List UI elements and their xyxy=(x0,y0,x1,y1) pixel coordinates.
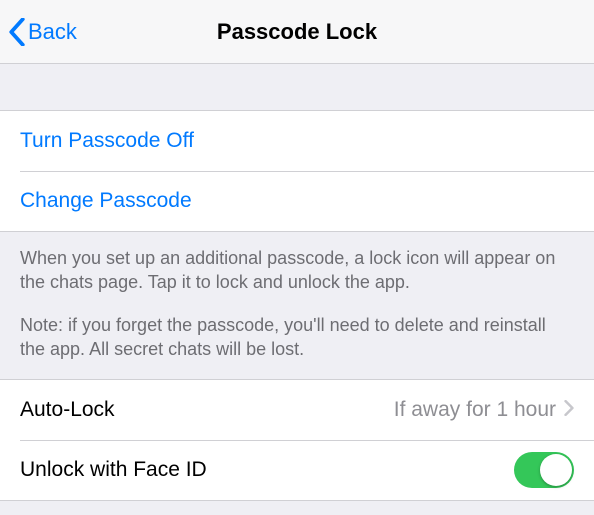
cell-label: Turn Passcode Off xyxy=(20,129,194,153)
chevron-left-icon xyxy=(8,18,26,46)
auto-lock-row[interactable]: Auto-Lock If away for 1 hour xyxy=(0,380,594,440)
turn-passcode-off-button[interactable]: Turn Passcode Off xyxy=(0,111,594,171)
footer-paragraph: Note: if you forget the passcode, you'll… xyxy=(20,313,574,362)
cell-label: Change Passcode xyxy=(20,189,192,213)
section-spacer xyxy=(0,64,594,110)
passcode-group: Turn Passcode Off Change Passcode xyxy=(0,110,594,232)
auto-lock-value: If away for 1 hour xyxy=(394,398,556,422)
footer-paragraph: When you set up an additional passcode, … xyxy=(20,246,574,295)
face-id-label: Unlock with Face ID xyxy=(20,458,514,482)
auto-lock-label: Auto-Lock xyxy=(20,398,394,422)
change-passcode-button[interactable]: Change Passcode xyxy=(0,171,594,231)
options-group: Auto-Lock If away for 1 hour Unlock with… xyxy=(0,379,594,501)
footer-text: When you set up an additional passcode, … xyxy=(0,232,594,379)
chevron-right-icon xyxy=(564,398,574,422)
back-label: Back xyxy=(28,19,77,45)
toggle-knob xyxy=(540,454,572,486)
back-button[interactable]: Back xyxy=(0,18,77,46)
page-title: Passcode Lock xyxy=(0,19,594,45)
face-id-toggle[interactable] xyxy=(514,452,574,488)
face-id-row: Unlock with Face ID xyxy=(0,440,594,500)
navbar: Back Passcode Lock xyxy=(0,0,594,64)
